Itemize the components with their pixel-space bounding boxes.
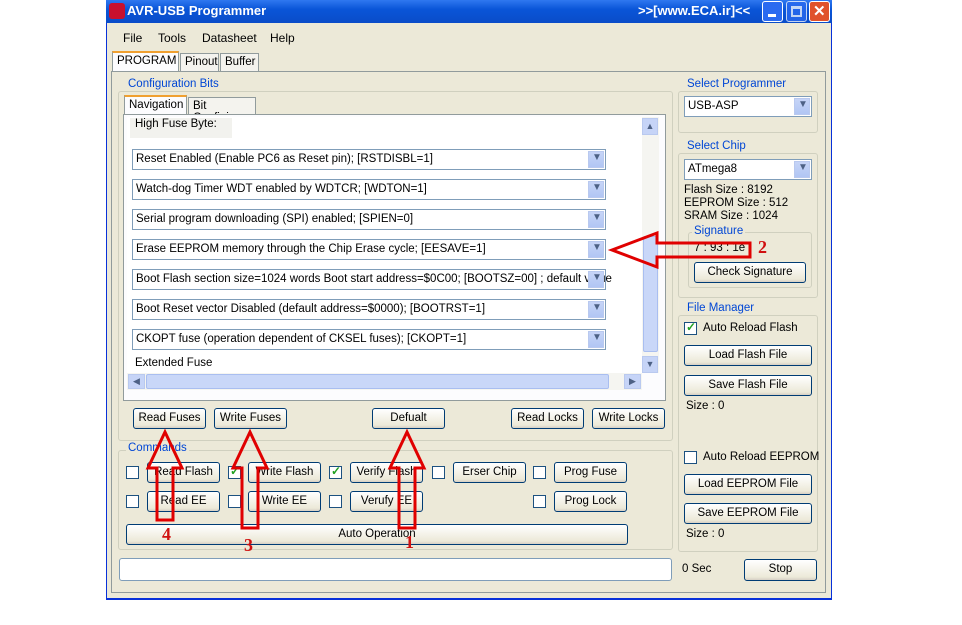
- annotation-arrow-4: [145, 428, 185, 522]
- annotation-arrow-1: [387, 428, 427, 530]
- annotation-number-4: 4: [162, 524, 171, 544]
- annotation-arrow-3: [230, 428, 270, 530]
- annotation-arrows: [145, 230, 752, 530]
- annotation-arrow-2: [607, 230, 752, 270]
- annotation-number-1: 1: [405, 532, 414, 552]
- annotation-number-3: 3: [244, 535, 253, 555]
- annotation-number-2: 2: [758, 237, 767, 257]
